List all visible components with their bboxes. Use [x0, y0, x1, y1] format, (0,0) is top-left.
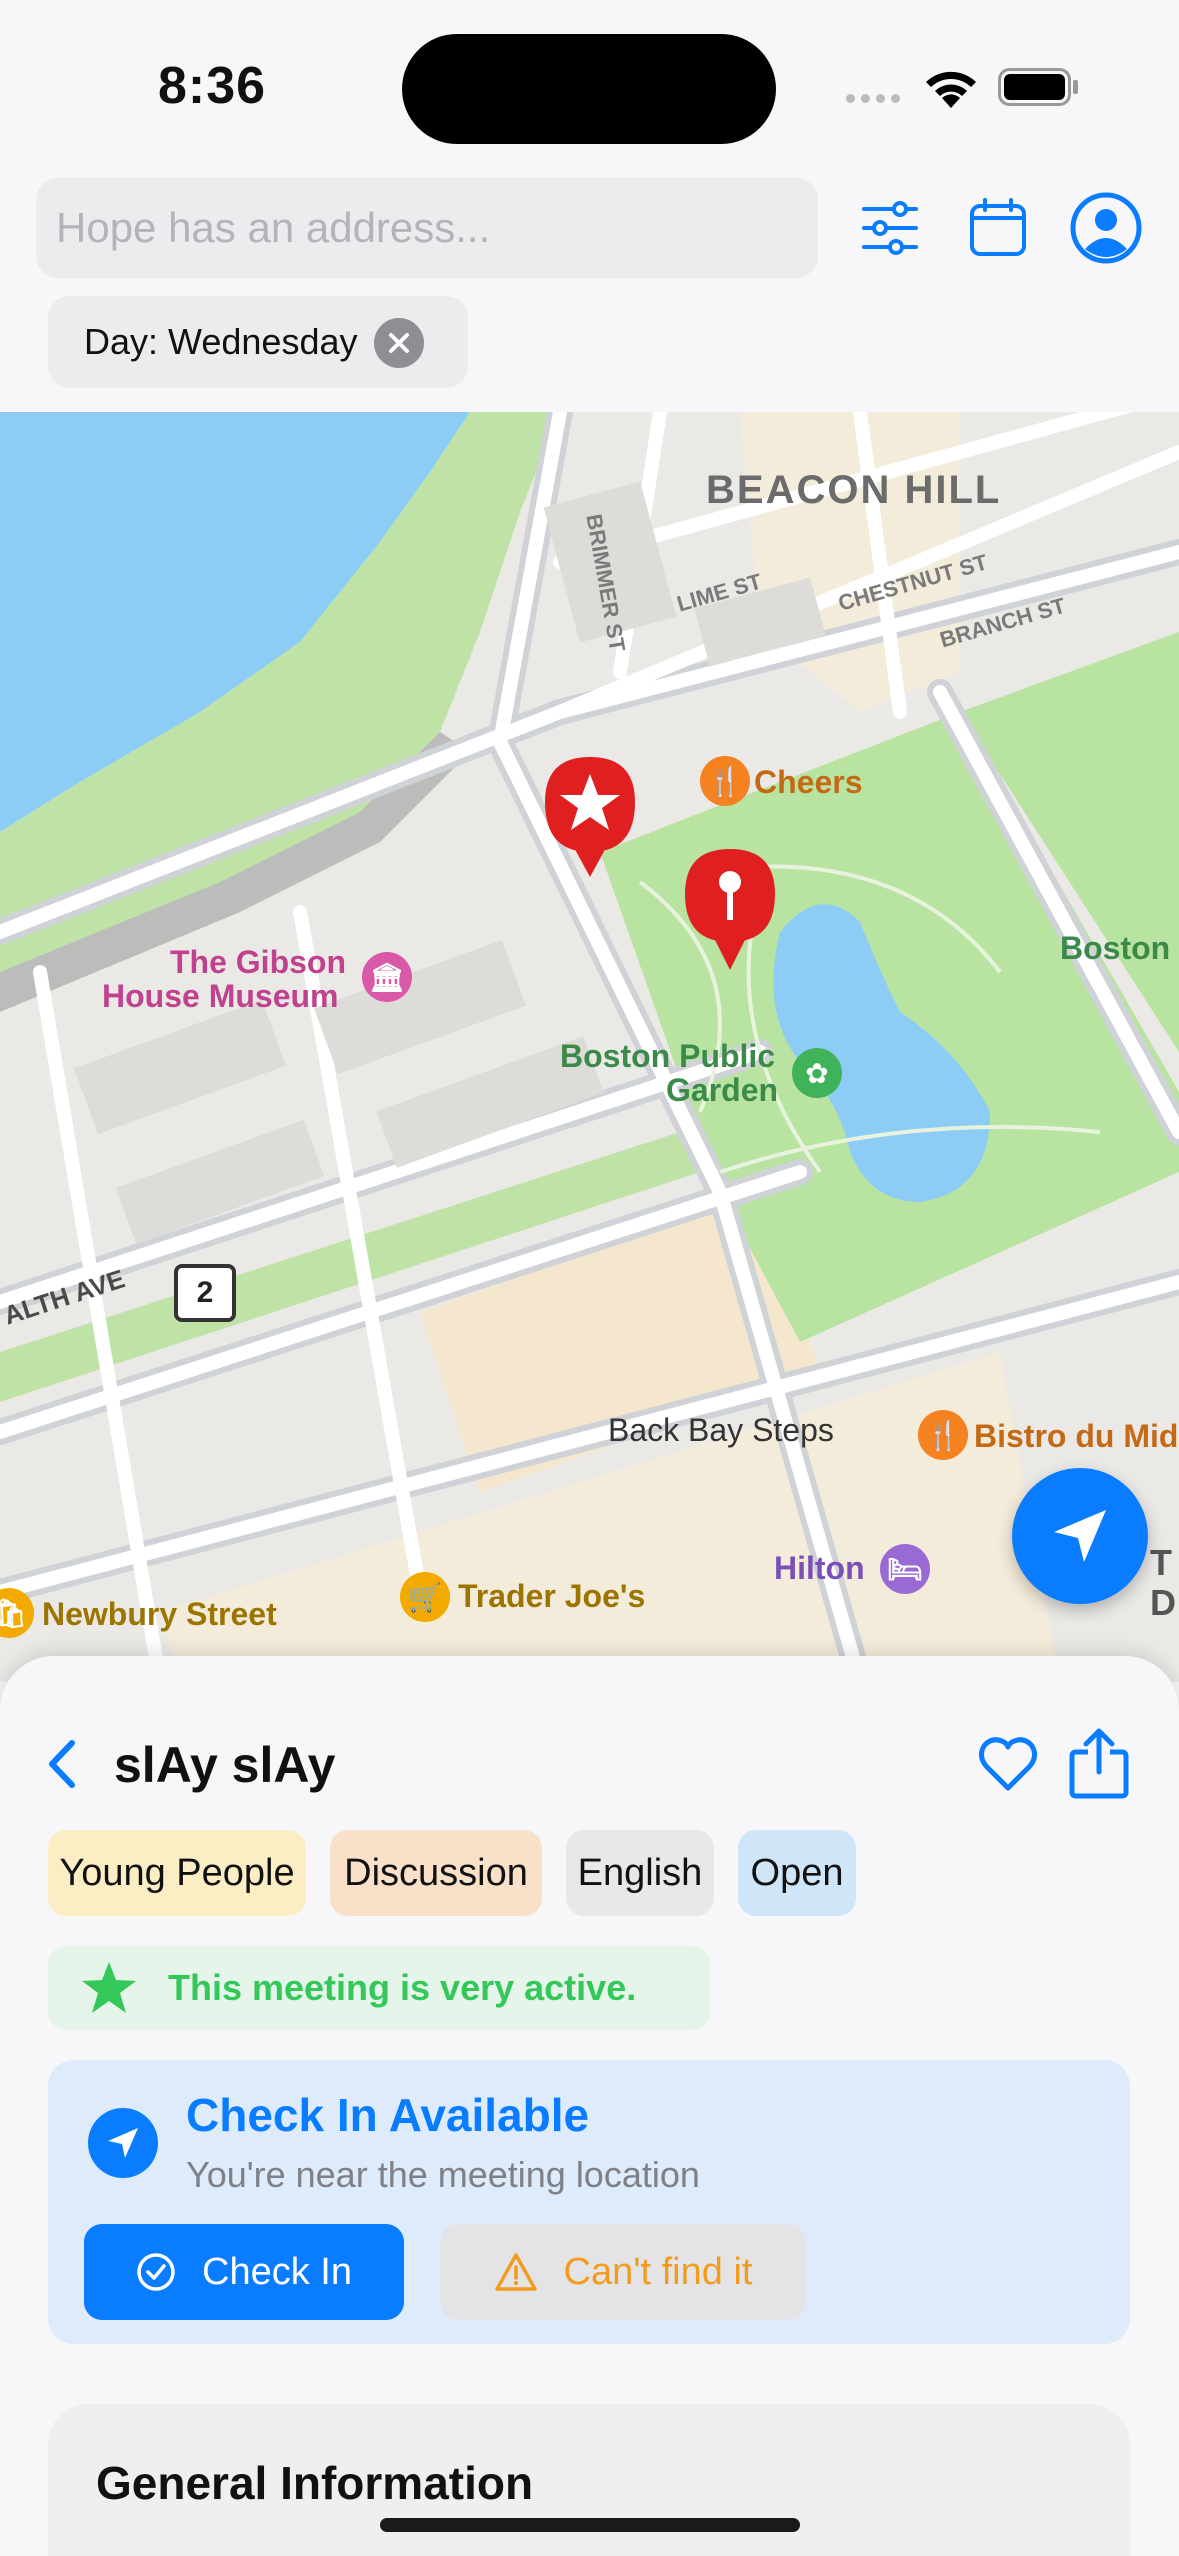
- cellular-signal-icon: [846, 94, 900, 103]
- meeting-title: slAy slAy: [114, 1737, 336, 1793]
- share-icon: [1069, 1728, 1129, 1799]
- tag-discussion: Discussion: [330, 1830, 542, 1916]
- close-icon: [389, 333, 409, 353]
- favorite-button[interactable]: [976, 1732, 1040, 1796]
- map-label-trader-joes[interactable]: Trader Joe's: [458, 1578, 645, 1615]
- cant-find-button[interactable]: Can't find it: [440, 2224, 806, 2320]
- map-label-gibson-line1[interactable]: The Gibson: [170, 944, 346, 981]
- checkmark-circle-icon: [137, 2253, 175, 2291]
- sliders-icon: [862, 201, 918, 255]
- status-time: 8:36: [158, 57, 267, 115]
- person-circle-icon: [1070, 192, 1142, 264]
- star-icon: [82, 1962, 136, 2013]
- status-bar: 8:36: [0, 0, 1179, 170]
- profile-button[interactable]: [1068, 190, 1144, 266]
- check-in-label: Check In: [202, 2250, 352, 2293]
- chevron-left-icon: [49, 1740, 75, 1788]
- route-shield-2: 2: [174, 1264, 236, 1322]
- map-label-bistro[interactable]: Bistro du Mid: [974, 1418, 1178, 1455]
- home-indicator[interactable]: [380, 2518, 800, 2532]
- map-label-boston[interactable]: Boston: [1060, 930, 1170, 967]
- checkin-location-badge: [88, 2108, 158, 2178]
- map-view[interactable]: BEACON HILL BRIMMER ST LIME ST CHESTNUT …: [0, 412, 1179, 1682]
- map-label-back-bay-steps[interactable]: Back Bay Steps: [608, 1412, 834, 1449]
- heart-icon: [978, 1737, 1038, 1791]
- checkin-title: Check In Available: [186, 2089, 590, 2141]
- map-label-cheers[interactable]: Cheers: [754, 764, 863, 801]
- calendar-button[interactable]: [960, 190, 1036, 266]
- location-arrow-icon: [108, 2128, 138, 2158]
- back-button[interactable]: [44, 1732, 88, 1796]
- warning-triangle-icon: [494, 2253, 537, 2291]
- map-label-public-garden-line2[interactable]: Garden: [666, 1072, 778, 1109]
- wifi-icon: [926, 71, 976, 108]
- clear-filter-button[interactable]: [374, 318, 424, 368]
- checkin-subtitle: You're near the meeting location: [186, 2154, 700, 2195]
- dynamic-island: [402, 34, 776, 144]
- search-input[interactable]: [36, 178, 818, 278]
- activity-banner: This meeting is very active.: [48, 1946, 710, 2030]
- locate-me-button[interactable]: [1012, 1468, 1148, 1604]
- tag-english: English: [566, 1830, 714, 1916]
- activity-text: This meeting is very active.: [168, 1967, 637, 2008]
- map-label-gibson-line2[interactable]: House Museum: [102, 978, 338, 1015]
- location-arrow-icon: [1054, 1510, 1106, 1562]
- battery-icon: [998, 68, 1078, 106]
- hotel-icon[interactable]: 🛏: [880, 1544, 930, 1594]
- tag-open: Open: [738, 1830, 856, 1916]
- check-in-button[interactable]: Check In: [84, 2224, 404, 2320]
- map-label-edge-d: D: [1150, 1582, 1176, 1623]
- restaurant-icon[interactable]: 🍴: [918, 1410, 968, 1460]
- garden-icon[interactable]: ✿: [792, 1048, 842, 1098]
- map-label-public-garden-line1[interactable]: Boston Public: [560, 1038, 775, 1075]
- cant-find-label: Can't find it: [563, 2250, 753, 2293]
- general-information-title: General Information: [96, 2457, 534, 2509]
- map-label-beacon-hill: BEACON HILL: [706, 468, 1002, 512]
- restaurant-icon[interactable]: 🍴: [700, 756, 750, 806]
- filter-sliders-button[interactable]: [852, 190, 928, 266]
- map-label-hilton[interactable]: Hilton: [774, 1550, 865, 1587]
- shopping-cart-icon[interactable]: 🛒: [400, 1572, 450, 1622]
- day-filter-label: Day: Wednesday: [84, 321, 358, 362]
- day-filter-chip[interactable]: Day: Wednesday: [48, 296, 468, 388]
- map-label-newbury-street[interactable]: Newbury Street: [42, 1596, 277, 1633]
- museum-icon[interactable]: 🏛: [362, 952, 412, 1002]
- tag-young-people: Young People: [48, 1830, 306, 1916]
- map-label-edge-t: T: [1150, 1542, 1172, 1583]
- calendar-icon: [970, 198, 1026, 256]
- share-button[interactable]: [1066, 1726, 1132, 1800]
